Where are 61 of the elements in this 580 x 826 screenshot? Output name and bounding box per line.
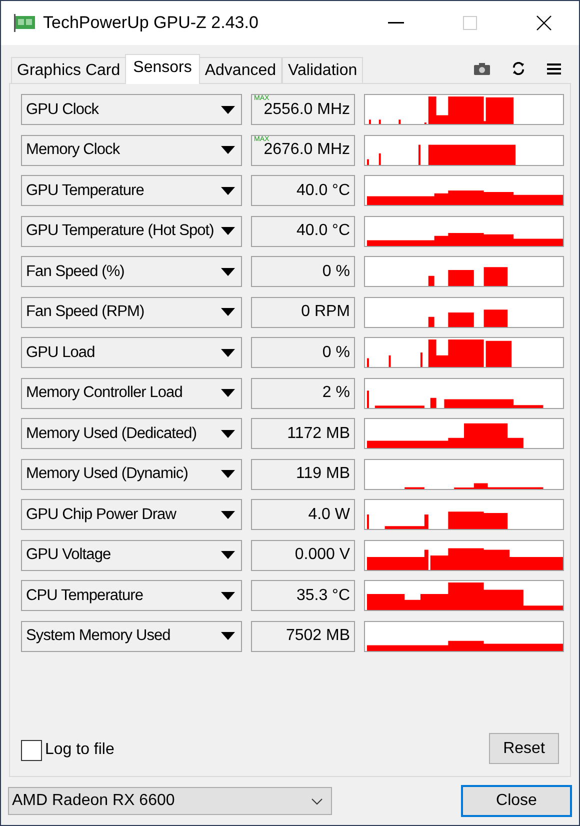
sensor-dropdown[interactable]: Memory Clock xyxy=(21,134,242,166)
camera-icon xyxy=(474,62,490,74)
sensor-dropdown[interactable]: GPU Chip Power Draw xyxy=(21,499,242,530)
caret-icon xyxy=(221,146,235,154)
camera-button[interactable] xyxy=(474,62,490,74)
sensor-value: 1172 MB xyxy=(287,424,350,444)
sensor-dropdown[interactable]: Memory Controller Load xyxy=(21,378,242,408)
sensor-dropdown[interactable]: Fan Speed (%) xyxy=(21,256,242,287)
caret-icon xyxy=(221,308,235,316)
caret-icon xyxy=(221,510,235,518)
sensor-value: 119 MB xyxy=(296,464,350,484)
tab[interactable]: Validation xyxy=(282,57,364,83)
caret-icon xyxy=(221,551,235,559)
reset-button[interactable]: Reset xyxy=(489,733,559,764)
sensor-value: 40.0 °C xyxy=(296,180,350,200)
sensor-value: 7502 MB xyxy=(286,626,350,646)
checkbox-label: Log to file xyxy=(45,740,114,760)
menu-icon xyxy=(547,62,561,74)
tab[interactable]: Sensors xyxy=(125,54,200,84)
caret-icon xyxy=(221,106,235,114)
sensor-dropdown[interactable]: GPU Clock xyxy=(21,94,242,125)
sensor-value: 2 % xyxy=(322,383,350,403)
close-icon xyxy=(536,15,552,31)
sensor-dropdown[interactable]: Fan Speed (RPM) xyxy=(21,296,242,328)
caret-icon xyxy=(221,470,235,478)
caret-icon xyxy=(221,348,235,356)
maximize-icon xyxy=(463,16,477,30)
sensor-dropdown[interactable]: GPU Voltage xyxy=(21,540,242,570)
checkbox[interactable] xyxy=(21,740,42,760)
chevron-down-icon xyxy=(311,798,323,804)
caret-icon xyxy=(221,592,235,600)
sensor-value: 35.3 °C xyxy=(296,586,350,606)
device-dropdown[interactable]: AMD Radeon RX 6600 xyxy=(8,787,332,815)
window-title: TechPowerUp GPU-Z 2.43.0 xyxy=(43,12,258,34)
sensor-value: 0 RPM xyxy=(301,302,350,322)
sensor-dropdown[interactable]: System Memory Used xyxy=(21,620,242,652)
caret-icon xyxy=(221,389,235,397)
sensor-value: 0.000 V xyxy=(294,545,350,565)
graphics-card-icon xyxy=(14,14,36,32)
sensor-value: 0 % xyxy=(322,262,350,282)
close-dialog-button[interactable]: Close xyxy=(461,785,572,817)
sensor-dropdown[interactable]: GPU Load xyxy=(21,337,242,368)
menu-button[interactable] xyxy=(547,62,561,74)
refresh-button[interactable] xyxy=(512,62,525,75)
tab[interactable]: Advanced xyxy=(198,57,282,83)
sensor-dropdown[interactable]: GPU Temperature (Hot Spot) xyxy=(21,216,242,246)
sensor-dropdown[interactable]: GPU Temperature xyxy=(21,175,242,206)
caret-icon xyxy=(221,632,235,640)
caret-icon xyxy=(221,430,235,438)
sensor-value: 40.0 °C xyxy=(296,221,350,241)
caret-icon xyxy=(221,268,235,276)
sensor-dropdown[interactable]: Memory Used (Dedicated) xyxy=(21,418,242,449)
tab[interactable]: Graphics Card xyxy=(11,57,126,83)
caret-icon xyxy=(221,227,235,235)
sensor-value: 4.0 W xyxy=(308,504,350,524)
sensor-dropdown[interactable]: CPU Temperature xyxy=(21,580,242,611)
refresh-icon xyxy=(512,62,525,75)
sensor-value: 0 % xyxy=(322,342,350,362)
sensor-dropdown[interactable]: Memory Used (Dynamic) xyxy=(21,458,242,490)
minimize-icon xyxy=(388,22,404,24)
caret-icon xyxy=(221,186,235,194)
